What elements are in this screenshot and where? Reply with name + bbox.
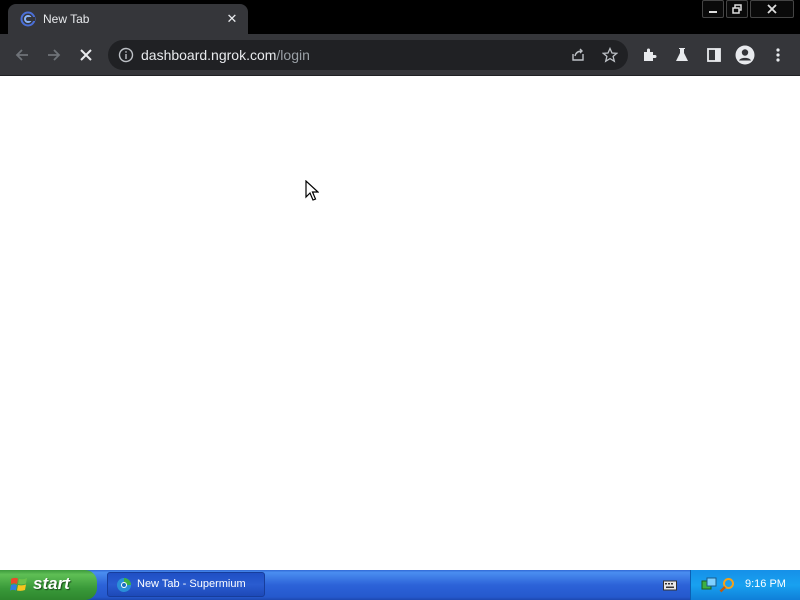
minimize-icon (709, 11, 717, 13)
window-controls (702, 0, 794, 18)
search-tray-icon[interactable] (719, 577, 735, 593)
restore-button[interactable] (726, 0, 748, 18)
start-label: start (33, 574, 70, 593)
forward-button[interactable] (42, 43, 66, 67)
stop-loading-button[interactable] (74, 43, 98, 67)
url-path: /login (276, 47, 310, 63)
taskbar: start New Tab - Supermium 9:16 PM (0, 570, 800, 600)
share-icon[interactable] (570, 47, 586, 63)
restore-icon (732, 4, 742, 14)
extensions-button[interactable] (640, 45, 660, 65)
minimize-button[interactable] (702, 0, 724, 18)
side-panel-icon (707, 48, 721, 62)
kebab-menu-icon (776, 48, 780, 62)
tab-close-icon[interactable]: ✕ (224, 11, 240, 27)
tab-strip: New Tab ✕ (0, 0, 800, 34)
page-content[interactable] (0, 76, 800, 570)
address-bar[interactable]: dashboard.ngrok.com/login (108, 40, 628, 70)
start-button[interactable]: start (0, 570, 97, 600)
side-panel-button[interactable] (704, 45, 724, 65)
flask-icon (676, 48, 688, 61)
site-info-icon[interactable] (118, 47, 134, 63)
close-icon (767, 4, 777, 14)
browser-tab[interactable]: New Tab ✕ (8, 4, 248, 34)
menu-button[interactable] (768, 45, 788, 65)
avatar-icon (735, 45, 755, 65)
browser-toolbar: dashboard.ngrok.com/login (0, 34, 800, 76)
url-text[interactable]: dashboard.ngrok.com/login (141, 47, 310, 63)
mouse-cursor-icon (305, 180, 319, 201)
arrow-right-icon (48, 49, 61, 61)
clock: 9:16 PM (745, 578, 786, 590)
network-tray-icon[interactable] (701, 577, 717, 593)
bookmark-star-icon[interactable] (602, 47, 618, 63)
tab-title: New Tab (43, 12, 90, 26)
keyboard-language-icon[interactable] (663, 578, 677, 592)
url-host: dashboard.ngrok.com (141, 47, 277, 63)
arrow-left-icon (15, 49, 28, 61)
system-tray: 9:16 PM (690, 570, 800, 600)
loading-favicon-icon (20, 11, 36, 27)
puzzle-icon (644, 48, 657, 61)
windows-logo-icon (10, 577, 27, 591)
taskbar-window-button[interactable]: New Tab - Supermium (107, 572, 265, 597)
profile-button[interactable] (735, 45, 755, 65)
close-window-button[interactable] (750, 0, 794, 18)
labs-button[interactable] (672, 45, 692, 65)
supermium-app-icon (117, 578, 131, 592)
taskbar-window-label: New Tab - Supermium (137, 578, 246, 590)
stop-x-icon (80, 49, 92, 61)
back-button[interactable] (10, 43, 34, 67)
